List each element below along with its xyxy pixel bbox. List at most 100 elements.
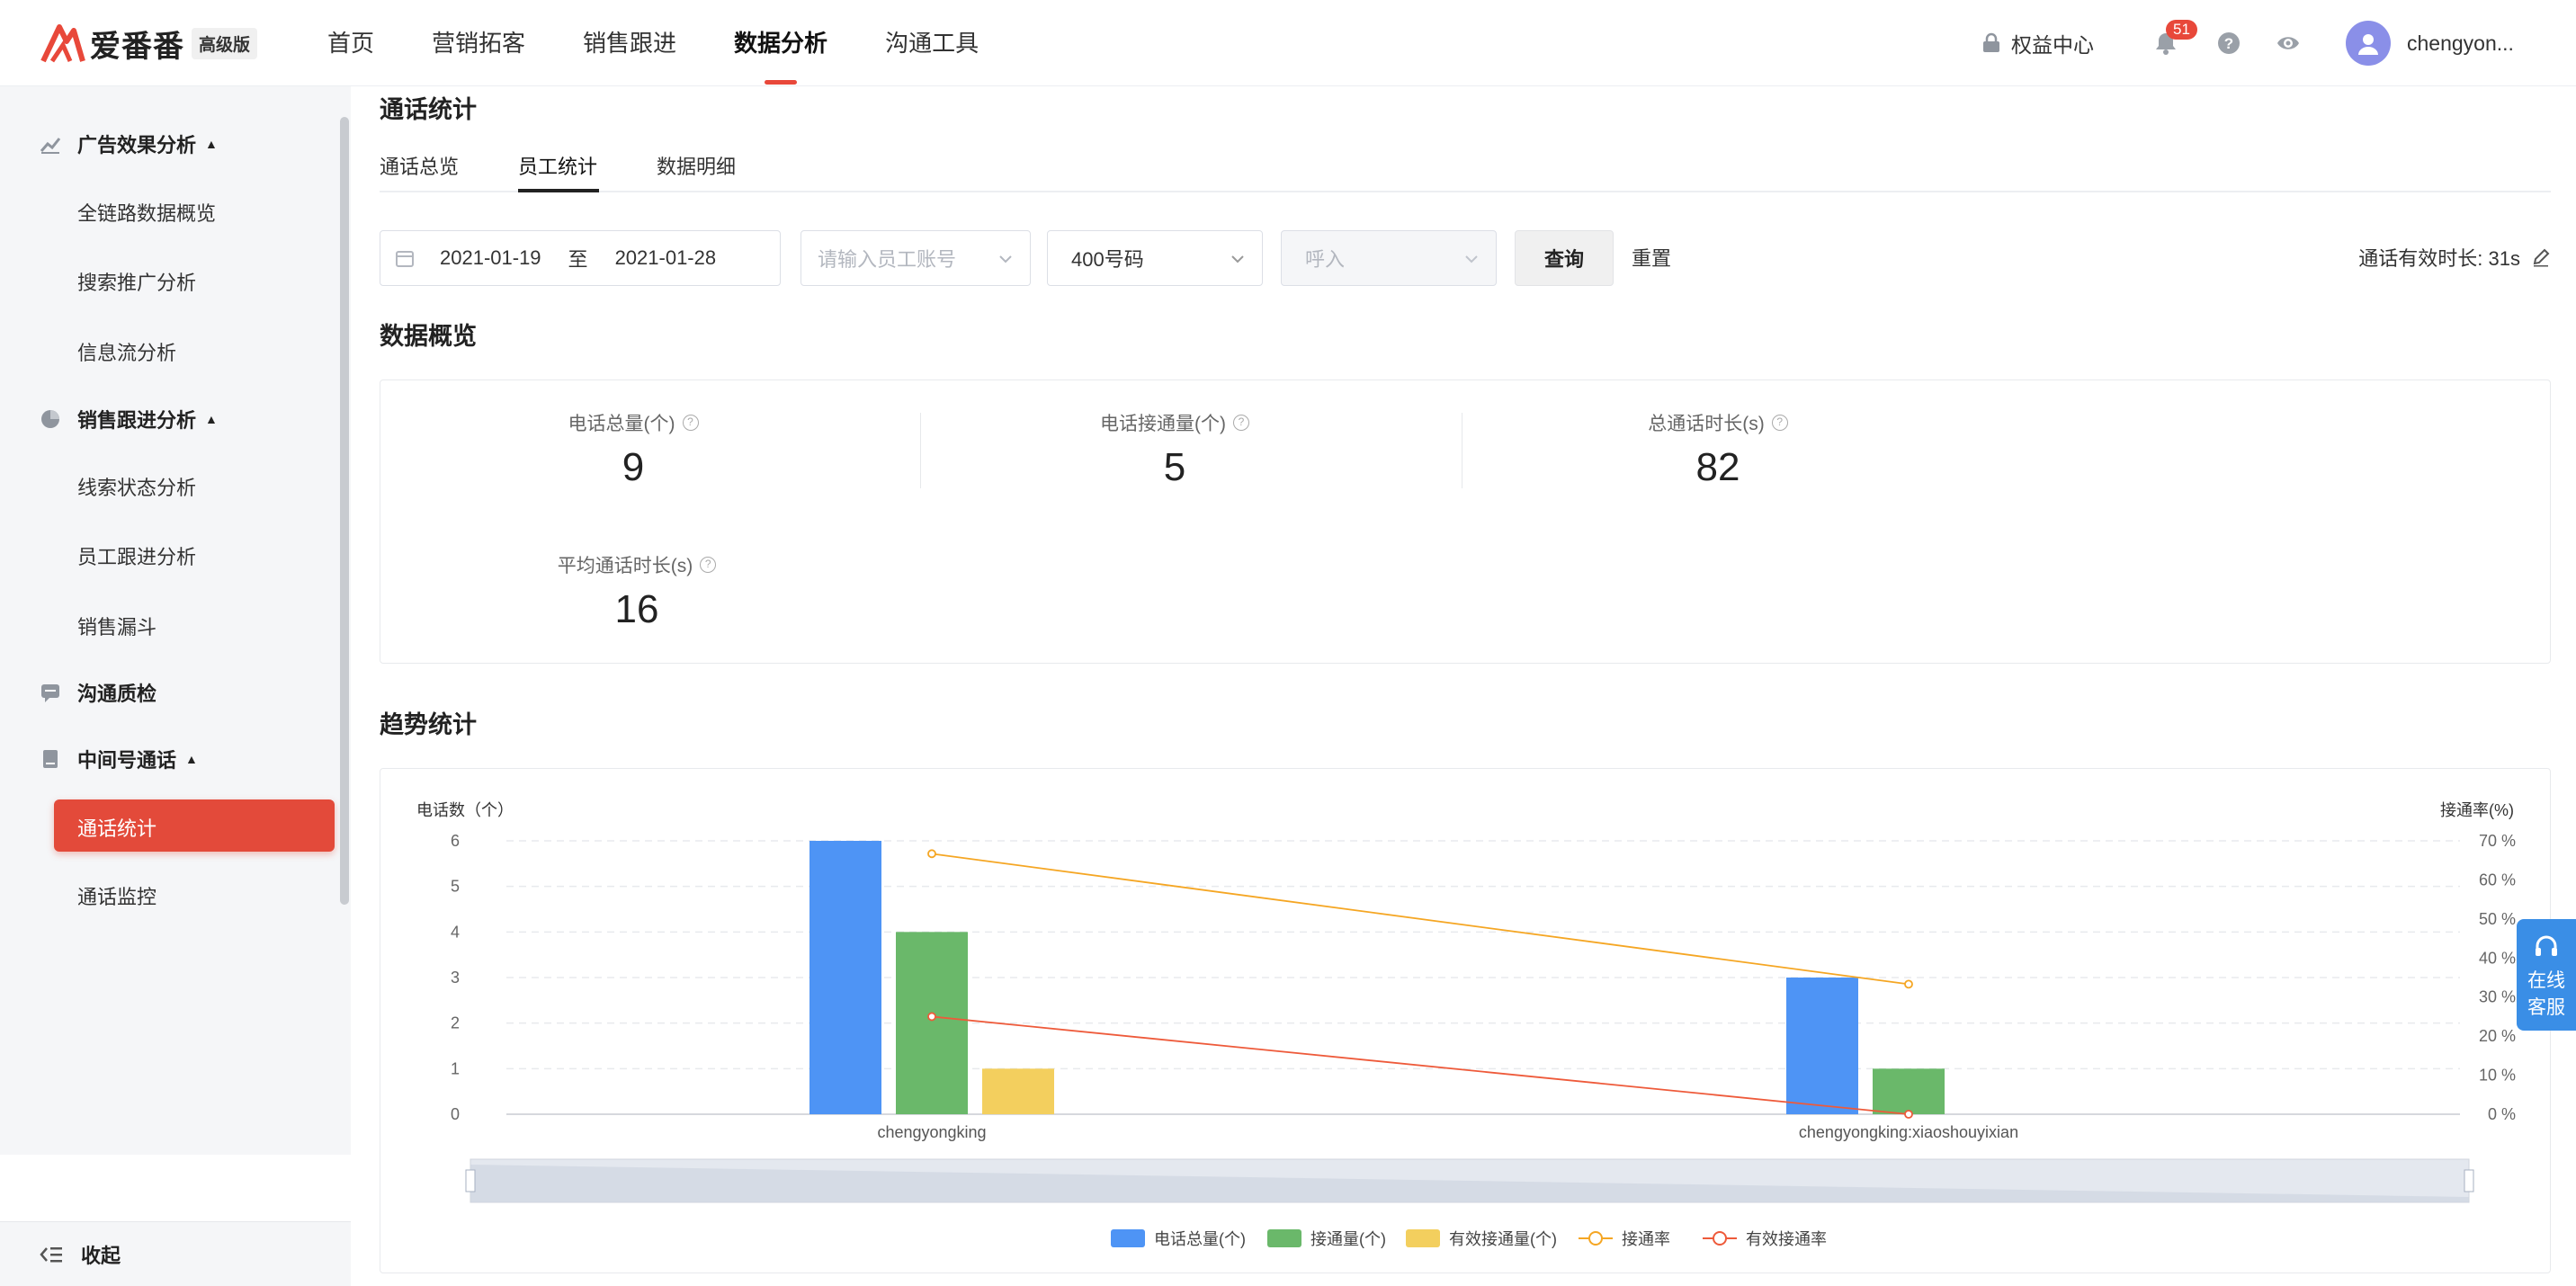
online-service-line2: 客服 [2527, 997, 2565, 1018]
eye-icon[interactable] [2276, 31, 2301, 56]
bar [1873, 1068, 1945, 1114]
nav-communication-tools[interactable]: 沟通工具 [885, 0, 979, 86]
sidebar-group-label: 广告效果分析 [77, 134, 197, 156]
legend-swatch [1267, 1229, 1301, 1247]
y2-tick-label: 70 % [2479, 832, 2516, 850]
help-icon[interactable]: ? [1771, 415, 1788, 431]
y2-tick-label: 10 % [2479, 1067, 2516, 1085]
call-direction-select[interactable]: 呼入 [1281, 230, 1497, 286]
sidebar-item-call-statistics[interactable]: 通话统计 [54, 799, 335, 852]
query-button[interactable]: 查询 [1515, 230, 1614, 286]
sidebar-scrollbar[interactable] [340, 117, 349, 905]
sidebar-item-search-promotion[interactable]: 搜索推广分析 [77, 267, 196, 296]
tab-employee-stats[interactable]: 员工统计 [518, 151, 597, 180]
user-icon [2358, 34, 2378, 55]
bar [896, 932, 968, 1114]
sidebar-group-sales-analysis[interactable]: 销售跟进分析 ▲ [40, 405, 218, 433]
reset-button[interactable]: 重置 [1632, 243, 1671, 272]
username[interactable]: chengyon... [2407, 31, 2526, 56]
sidebar: 广告效果分析 ▲ 全链路数据概览 搜索推广分析 信息流分析 销售跟进分析 ▲ 线… [0, 86, 351, 1286]
date-end[interactable]: 2021-01-28 [615, 246, 717, 270]
logo[interactable]: 爱番番 高级版 [40, 20, 258, 67]
metric-label: 总通话时长(s) [1648, 414, 1765, 434]
x-tick-label: chengyongking:xiaoshouyixian [1799, 1123, 2018, 1141]
series-line [931, 853, 1910, 986]
bar [809, 841, 881, 1114]
sidebar-group-ad-analysis[interactable]: 广告效果分析 ▲ [40, 129, 218, 158]
help-icon[interactable]: ? [1233, 415, 1249, 431]
metric-label: 电话接通量(个) [1100, 414, 1226, 434]
metric-total-calls: 电话总量(个)? 9 [485, 409, 782, 490]
online-service-button[interactable]: 在线 客服 [2517, 919, 2576, 1031]
avatar[interactable] [2346, 21, 2391, 66]
help-icon[interactable]: ? [682, 415, 699, 431]
tab-call-overview[interactable]: 通话总览 [380, 151, 459, 180]
sidebar-item-full-link-overview[interactable]: 全链路数据概览 [77, 198, 216, 227]
metric-avg-duration: 平均通话时长(s)? 16 [488, 551, 785, 632]
employee-account-select[interactable]: 请输入员工账号 [801, 230, 1031, 286]
edit-icon[interactable] [2531, 247, 2551, 267]
nav-marketing[interactable]: 营销拓客 [432, 0, 525, 86]
effective-duration-text: 通话有效时长: 31s [2358, 247, 2520, 270]
sidebar-group-quality-check[interactable]: 沟通质检 [40, 678, 157, 707]
rights-center-link[interactable]: 权益中心 [1981, 28, 2094, 58]
legend-label: 有效接通量(个) [1449, 1230, 1557, 1248]
collapse-label: 收起 [81, 1244, 121, 1267]
sidebar-item-lead-status[interactable]: 线索状态分析 [77, 472, 196, 501]
legend-label: 接通率 [1622, 1230, 1670, 1248]
y-tick-label: 1 [451, 1059, 460, 1077]
y-tick-label: 2 [451, 1014, 460, 1032]
trend-chart-icon [40, 138, 61, 154]
notification-badge: 51 [2166, 20, 2197, 40]
date-start[interactable]: 2021-01-19 [440, 246, 541, 270]
sidebar-item-call-monitor[interactable]: 通话监控 [77, 881, 157, 910]
line-point [1904, 979, 1913, 989]
top-bar: 爱番番 高级版 首页 营销拓客 销售跟进 数据分析 沟通工具 权益中心 51 ?… [0, 0, 2576, 86]
trend-chart: 电话数（个） 接通率(%)01234560 %10 %20 %30 %40 %50… [416, 801, 2516, 1248]
sidebar-item-feed-analysis[interactable]: 信息流分析 [77, 337, 176, 366]
metric-value: 82 [1695, 445, 1740, 489]
tab-data-detail[interactable]: 数据明细 [657, 151, 736, 180]
nav-sales-followup[interactable]: 销售跟进 [583, 0, 676, 86]
edition-badge: 高级版 [192, 27, 258, 59]
calendar-icon [396, 251, 414, 267]
x-tick-label: chengyongking [877, 1123, 986, 1141]
number-type-select[interactable]: 400号码 [1047, 230, 1263, 286]
y2-tick-label: 40 % [2479, 949, 2516, 967]
line-point [1904, 1110, 1913, 1119]
header-actions: 权益中心 51 ? chengyon... [1981, 0, 2576, 86]
number-type-value: 400号码 [1071, 248, 1144, 271]
call-direction-value: 呼入 [1305, 248, 1346, 271]
y2-axis-label: 接通率(%) [2440, 801, 2514, 819]
pie-chart-icon [41, 410, 59, 428]
zoom-handle-left [465, 1169, 476, 1192]
nav-home[interactable]: 首页 [327, 0, 374, 86]
bar [982, 1068, 1054, 1114]
legend-label: 电话总量(个) [1154, 1230, 1246, 1248]
collapse-button[interactable]: 收起 [0, 1221, 351, 1286]
legend-swatch [1406, 1229, 1440, 1247]
brand-logo-icon [40, 24, 85, 63]
y-tick-label: 4 [451, 923, 460, 941]
sidebar-item-employee-followup[interactable]: 员工跟进分析 [77, 541, 196, 570]
sidebar-group-label: 销售跟进分析 [77, 409, 197, 432]
sidebar-item-sales-funnel[interactable]: 销售漏斗 [77, 612, 157, 640]
sidebar-group-virtual-number[interactable]: 中间号通话 ▲ [40, 745, 198, 773]
zoom-handle-right [2464, 1169, 2474, 1192]
date-range-picker[interactable]: 2021-01-19 至 2021-01-28 [380, 230, 781, 286]
svg-text:?: ? [2224, 35, 2233, 52]
help-icon[interactable]: ? [2216, 31, 2241, 56]
legend-marker [1713, 1231, 1727, 1246]
metric-value: 5 [1163, 445, 1186, 489]
overview-panel: 电话总量(个)? 9 电话接通量(个)? 5 总通话时长(s)? 82 平均通话… [380, 380, 2551, 664]
notification-button[interactable]: 51 [2153, 20, 2197, 56]
y2-tick-label: 60 % [2479, 871, 2516, 889]
nav-data-analysis[interactable]: 数据分析 [734, 0, 827, 86]
overview-title: 数据概览 [380, 323, 477, 350]
date-separator: 至 [568, 248, 588, 271]
y-tick-label: 0 [451, 1105, 460, 1123]
sidebar-group-label: 沟通质检 [77, 683, 157, 705]
help-icon[interactable]: ? [700, 557, 717, 573]
legend-label: 有效接通率 [1746, 1230, 1827, 1248]
tab-active-indicator [518, 189, 599, 192]
